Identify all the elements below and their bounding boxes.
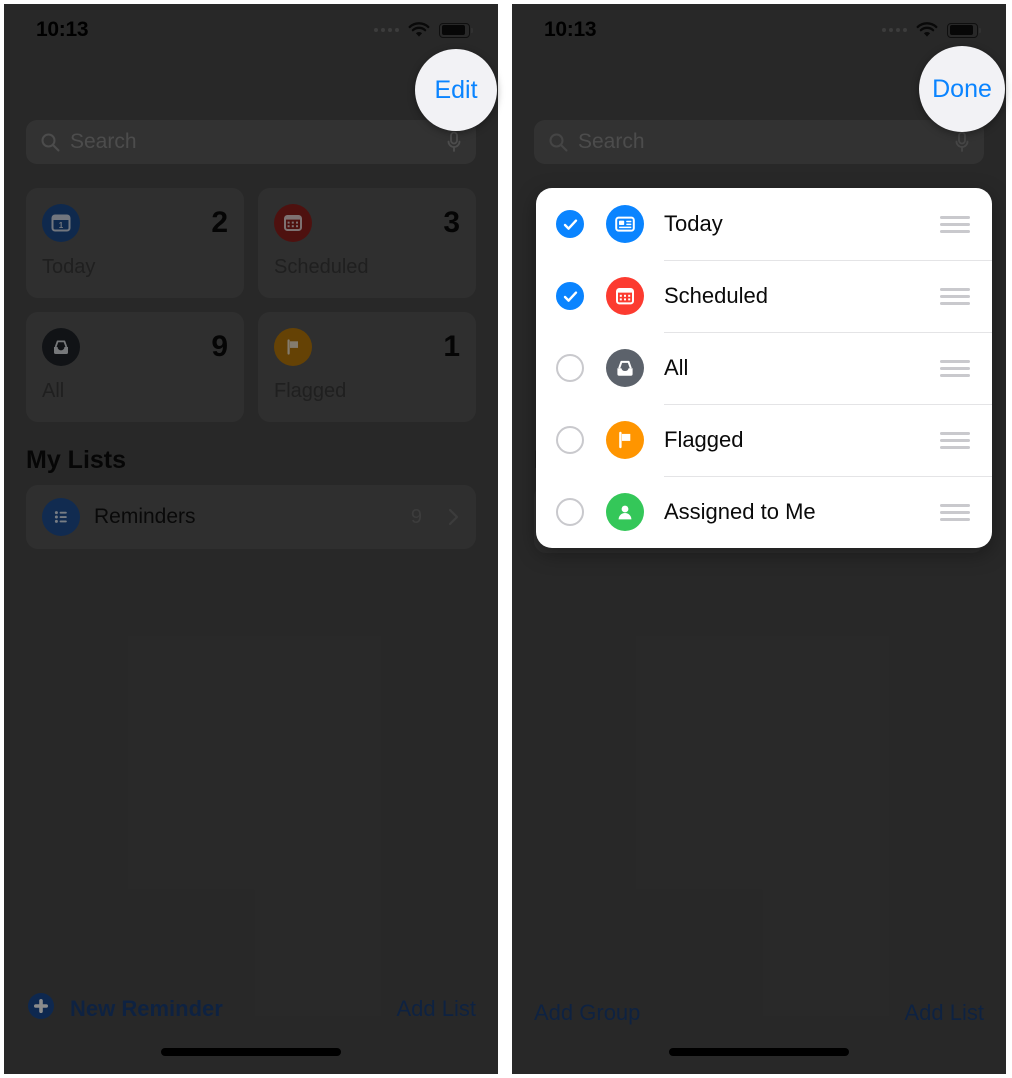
right-phone-screen: 10:13 Search Add Group Add List Today Sc… xyxy=(512,4,1006,1074)
sheet-row-flagged[interactable]: Flagged xyxy=(536,404,992,476)
list-item-reminders[interactable]: Reminders 9 xyxy=(26,485,476,549)
add-group-button[interactable]: Add Group xyxy=(534,1000,640,1026)
add-list-button[interactable]: Add List xyxy=(397,996,477,1022)
sheet-row-scheduled[interactable]: Scheduled xyxy=(536,260,992,332)
sheet-row-label: Flagged xyxy=(664,427,744,452)
smart-card-count: 2 xyxy=(211,206,228,239)
battery-icon xyxy=(439,22,473,38)
status-bar-left: 10:13 xyxy=(4,4,498,56)
smart-card-label: Today xyxy=(42,256,96,278)
list-item-count: 9 xyxy=(410,505,422,528)
drag-handle-icon[interactable] xyxy=(940,359,970,377)
checkbox-assigned-to-me[interactable] xyxy=(556,498,584,526)
wifi-icon xyxy=(916,22,938,38)
wifi-icon xyxy=(408,22,430,38)
flag-icon xyxy=(274,328,312,366)
search-placeholder: Search xyxy=(70,130,137,153)
drag-handle-icon[interactable] xyxy=(940,215,970,233)
screenshot-stage: 10:13 Search 1 2 Today 3 Scheduled 9 All… xyxy=(0,0,1012,1078)
smart-card-today[interactable]: 1 2 Today xyxy=(26,188,244,298)
search-input[interactable]: Search xyxy=(534,120,984,164)
calendar-day-icon: 1 xyxy=(42,204,80,242)
list-item-name: Reminders xyxy=(94,505,196,528)
checkbox-flagged[interactable] xyxy=(556,426,584,454)
add-list-button[interactable]: Add List xyxy=(905,1000,985,1026)
search-placeholder: Search xyxy=(578,130,645,153)
checkbox-today[interactable] xyxy=(556,210,584,238)
my-lists-card-left: Reminders 9 xyxy=(26,485,476,549)
smart-card-count: 9 xyxy=(211,330,228,363)
today-card-icon xyxy=(606,205,644,243)
smart-card-label: All xyxy=(42,380,65,402)
my-lists-title-left: My Lists xyxy=(26,446,127,474)
smart-card-header: 3 xyxy=(274,204,460,242)
battery-icon xyxy=(947,22,981,38)
bottom-toolbar-right: Add Group Add List xyxy=(512,1000,1006,1026)
status-indicators xyxy=(882,22,981,38)
smart-card-flagged[interactable]: 1 Flagged xyxy=(258,312,476,422)
smart-list-grid: 1 2 Today 3 Scheduled 9 All 1 Flagged xyxy=(26,188,476,422)
status-indicators xyxy=(374,22,473,38)
row-separator xyxy=(664,332,992,333)
calendar-icon xyxy=(274,204,312,242)
smart-card-header: 1 xyxy=(274,328,460,366)
person-icon xyxy=(606,493,644,531)
smart-card-header: 9 xyxy=(42,328,228,366)
signal-dots-icon xyxy=(882,28,907,32)
sheet-row-label: Scheduled xyxy=(664,283,768,308)
smart-card-all[interactable]: 9 All xyxy=(26,312,244,422)
tray-icon xyxy=(42,328,80,366)
search-icon xyxy=(40,132,60,152)
smart-card-label: Flagged xyxy=(274,380,347,402)
calendar-icon xyxy=(606,277,644,315)
microphone-icon[interactable] xyxy=(954,131,970,153)
edit-button[interactable]: Edit xyxy=(415,49,497,131)
drag-handle-icon[interactable] xyxy=(940,287,970,305)
sheet-row-label: All xyxy=(664,355,689,380)
left-phone-screen: 10:13 Search 1 2 Today 3 Scheduled 9 All… xyxy=(4,4,498,1074)
svg-text:1: 1 xyxy=(59,221,64,230)
search-icon xyxy=(548,132,568,152)
sheet-row-all[interactable]: All xyxy=(536,332,992,404)
smart-card-count: 3 xyxy=(443,206,460,239)
new-reminder-label: New Reminder xyxy=(70,995,223,1021)
row-separator xyxy=(664,404,992,405)
new-reminder-button[interactable]: New Reminder xyxy=(26,991,223,1026)
status-bar-right: 10:13 xyxy=(512,4,1006,56)
smart-card-count: 1 xyxy=(443,330,460,363)
edit-button-label: Edit xyxy=(434,75,478,104)
sheet-row-label: Assigned to Me xyxy=(664,499,816,524)
tray-icon xyxy=(606,349,644,387)
checkbox-all[interactable] xyxy=(556,354,584,382)
done-button[interactable]: Done xyxy=(919,46,1005,132)
smart-card-header: 1 2 xyxy=(42,204,228,242)
drag-handle-icon[interactable] xyxy=(940,503,970,521)
status-time: 10:13 xyxy=(544,18,597,41)
row-separator xyxy=(664,260,992,261)
sheet-row-assigned-to-me[interactable]: Assigned to Me xyxy=(536,476,992,548)
smart-card-scheduled[interactable]: 3 Scheduled xyxy=(258,188,476,298)
smart-card-label: Scheduled xyxy=(274,256,369,278)
sheet-row-label: Today xyxy=(664,211,723,236)
checkbox-scheduled[interactable] xyxy=(556,282,584,310)
smart-lists-edit-sheet: Today Scheduled All Flagged Assigned to … xyxy=(536,188,992,548)
status-time: 10:13 xyxy=(36,18,89,41)
bottom-toolbar-left: New Reminder Add List xyxy=(4,991,498,1026)
home-indicator xyxy=(669,1048,849,1056)
sheet-row-today[interactable]: Today xyxy=(536,188,992,260)
signal-dots-icon xyxy=(374,28,399,32)
microphone-icon[interactable] xyxy=(446,131,462,153)
list-bullet-icon xyxy=(42,498,80,536)
home-indicator xyxy=(161,1048,341,1056)
search-input[interactable]: Search xyxy=(26,120,476,164)
plus-circle-icon xyxy=(26,991,56,1026)
done-button-label: Done xyxy=(932,74,992,103)
chevron-right-icon xyxy=(448,507,460,527)
drag-handle-icon[interactable] xyxy=(940,431,970,449)
row-separator xyxy=(664,476,992,477)
flag-icon xyxy=(606,421,644,459)
